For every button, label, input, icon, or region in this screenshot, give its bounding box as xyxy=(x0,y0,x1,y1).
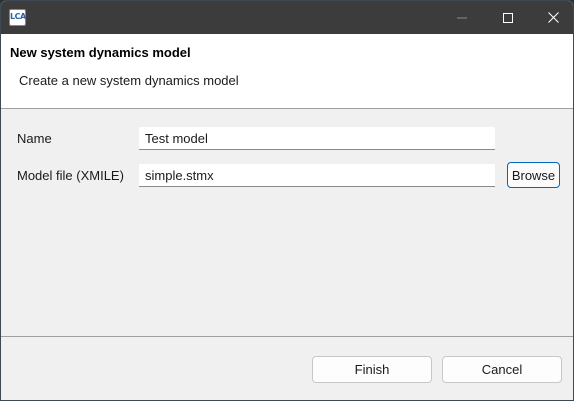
lca-app-icon: LCA xyxy=(9,9,26,26)
name-label: Name xyxy=(17,131,52,146)
browse-button[interactable]: Browse xyxy=(507,162,560,188)
model-file-input[interactable] xyxy=(139,164,495,187)
title-bar[interactable]: LCA xyxy=(1,1,573,34)
close-icon xyxy=(547,12,559,23)
new-model-dialog: LCA New system dynamics model Create a n… xyxy=(0,0,574,401)
maximize-icon xyxy=(503,12,513,23)
minimize-icon xyxy=(457,13,467,23)
cancel-button[interactable]: Cancel xyxy=(442,356,562,383)
footer-divider xyxy=(1,336,573,337)
page-title: New system dynamics model xyxy=(10,45,191,60)
finish-button[interactable]: Finish xyxy=(312,356,432,383)
model-file-label: Model file (XMILE) xyxy=(17,168,124,183)
minimize-button[interactable] xyxy=(439,1,485,34)
wizard-header: New system dynamics model Create a new s… xyxy=(1,34,573,109)
maximize-button[interactable] xyxy=(485,1,531,34)
name-input[interactable] xyxy=(139,127,495,150)
close-button[interactable] xyxy=(530,1,573,34)
page-description: Create a new system dynamics model xyxy=(19,73,239,88)
